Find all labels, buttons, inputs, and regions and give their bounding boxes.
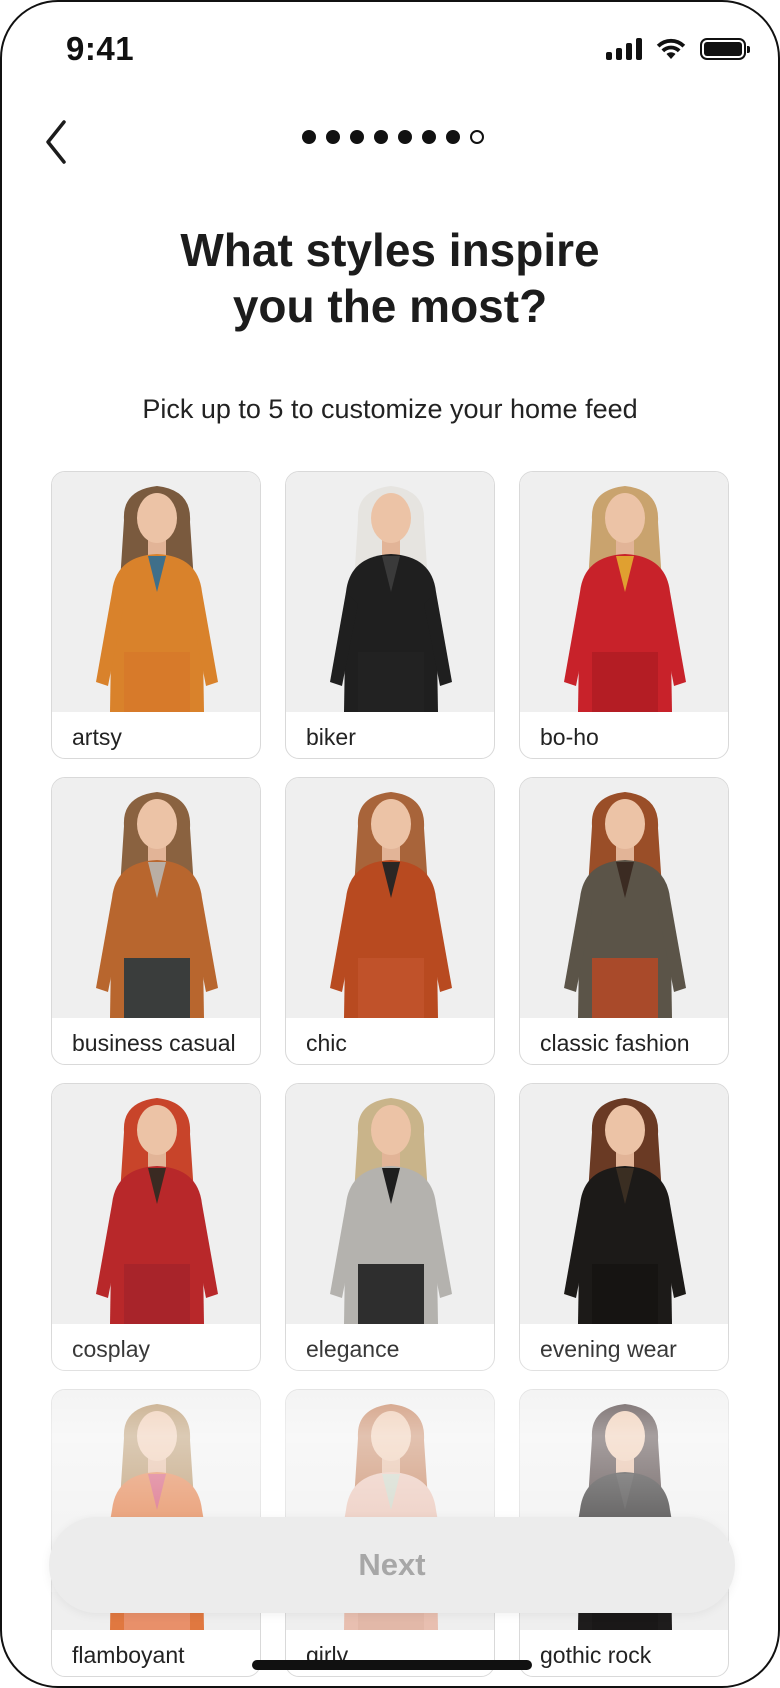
- style-card-label: cosplay: [72, 1336, 150, 1362]
- style-card[interactable]: business casual: [51, 777, 261, 1065]
- back-chevron-icon[interactable]: [38, 114, 86, 170]
- status-bar: 9:41: [2, 2, 778, 98]
- style-grid: artsy biker bo-ho business casual chic classi…: [51, 471, 731, 1677]
- progress-indicator: [302, 130, 484, 144]
- page-title-line-2: you the most?: [232, 280, 548, 332]
- model-figure-image: [330, 792, 452, 1018]
- style-card-label: chic: [306, 1030, 347, 1056]
- model-figure-image: [330, 1098, 452, 1324]
- style-card-label: business casual: [72, 1030, 236, 1056]
- style-photo: [52, 1084, 260, 1324]
- status-time: 9:41: [66, 30, 135, 67]
- progress-dot-filled: [326, 130, 340, 144]
- style-card-label: biker: [306, 724, 356, 750]
- style-card-label: evening wear: [540, 1336, 677, 1362]
- model-figure-image: [330, 486, 452, 712]
- style-card[interactable]: elegance: [285, 1083, 495, 1371]
- progress-dot-filled: [446, 130, 460, 144]
- style-photo: [286, 1084, 494, 1324]
- style-card-label: artsy: [72, 724, 122, 750]
- style-card[interactable]: artsy: [51, 471, 261, 759]
- style-photo: [286, 472, 494, 712]
- phone-frame: 9:41 What styles inspire you the most? P…: [0, 0, 780, 1688]
- model-figure-image: [96, 792, 218, 1018]
- style-card-label: elegance: [306, 1336, 400, 1362]
- style-photo: [286, 778, 494, 1018]
- style-card[interactable]: cosplay: [51, 1083, 261, 1371]
- style-photo: [52, 778, 260, 1018]
- model-figure-image: [564, 1098, 686, 1324]
- model-figure-image: [564, 792, 686, 1018]
- style-card[interactable]: evening wear: [519, 1083, 729, 1371]
- status-icons: [606, 38, 750, 60]
- progress-dot-filled: [398, 130, 412, 144]
- progress-dot-filled: [302, 130, 316, 144]
- style-photo: [520, 472, 728, 712]
- model-figure-image: [564, 486, 686, 712]
- style-card-label: bo-ho: [540, 724, 599, 750]
- subtitle: Pick up to 5 to customize your home feed: [142, 394, 638, 424]
- wifi-icon: [656, 38, 686, 59]
- style-card[interactable]: chic: [285, 777, 495, 1065]
- style-photo: [52, 472, 260, 712]
- progress-dot-filled: [374, 130, 388, 144]
- model-figure-image: [96, 486, 218, 712]
- page-title: What styles inspire you the most?: [2, 222, 778, 334]
- style-card-label: classic fashion: [540, 1030, 690, 1056]
- style-photo: [520, 1084, 728, 1324]
- next-button[interactable]: Next: [49, 1517, 735, 1613]
- style-card[interactable]: classic fashion: [519, 777, 729, 1065]
- home-indicator: [252, 1660, 532, 1670]
- cellular-signal-icon: [606, 38, 642, 60]
- style-card-label: gothic rock: [540, 1642, 652, 1668]
- style-photo: [520, 778, 728, 1018]
- model-figure-image: [96, 1098, 218, 1324]
- style-card-label: flamboyant: [72, 1642, 185, 1668]
- progress-dot-filled: [422, 130, 436, 144]
- style-card[interactable]: bo-ho: [519, 471, 729, 759]
- page-title-line-1: What styles inspire: [180, 224, 600, 276]
- progress-dot-empty: [470, 130, 484, 144]
- next-button-label: Next: [358, 1547, 426, 1582]
- style-card[interactable]: biker: [285, 471, 495, 759]
- battery-icon: [700, 38, 750, 60]
- progress-dot-filled: [350, 130, 364, 144]
